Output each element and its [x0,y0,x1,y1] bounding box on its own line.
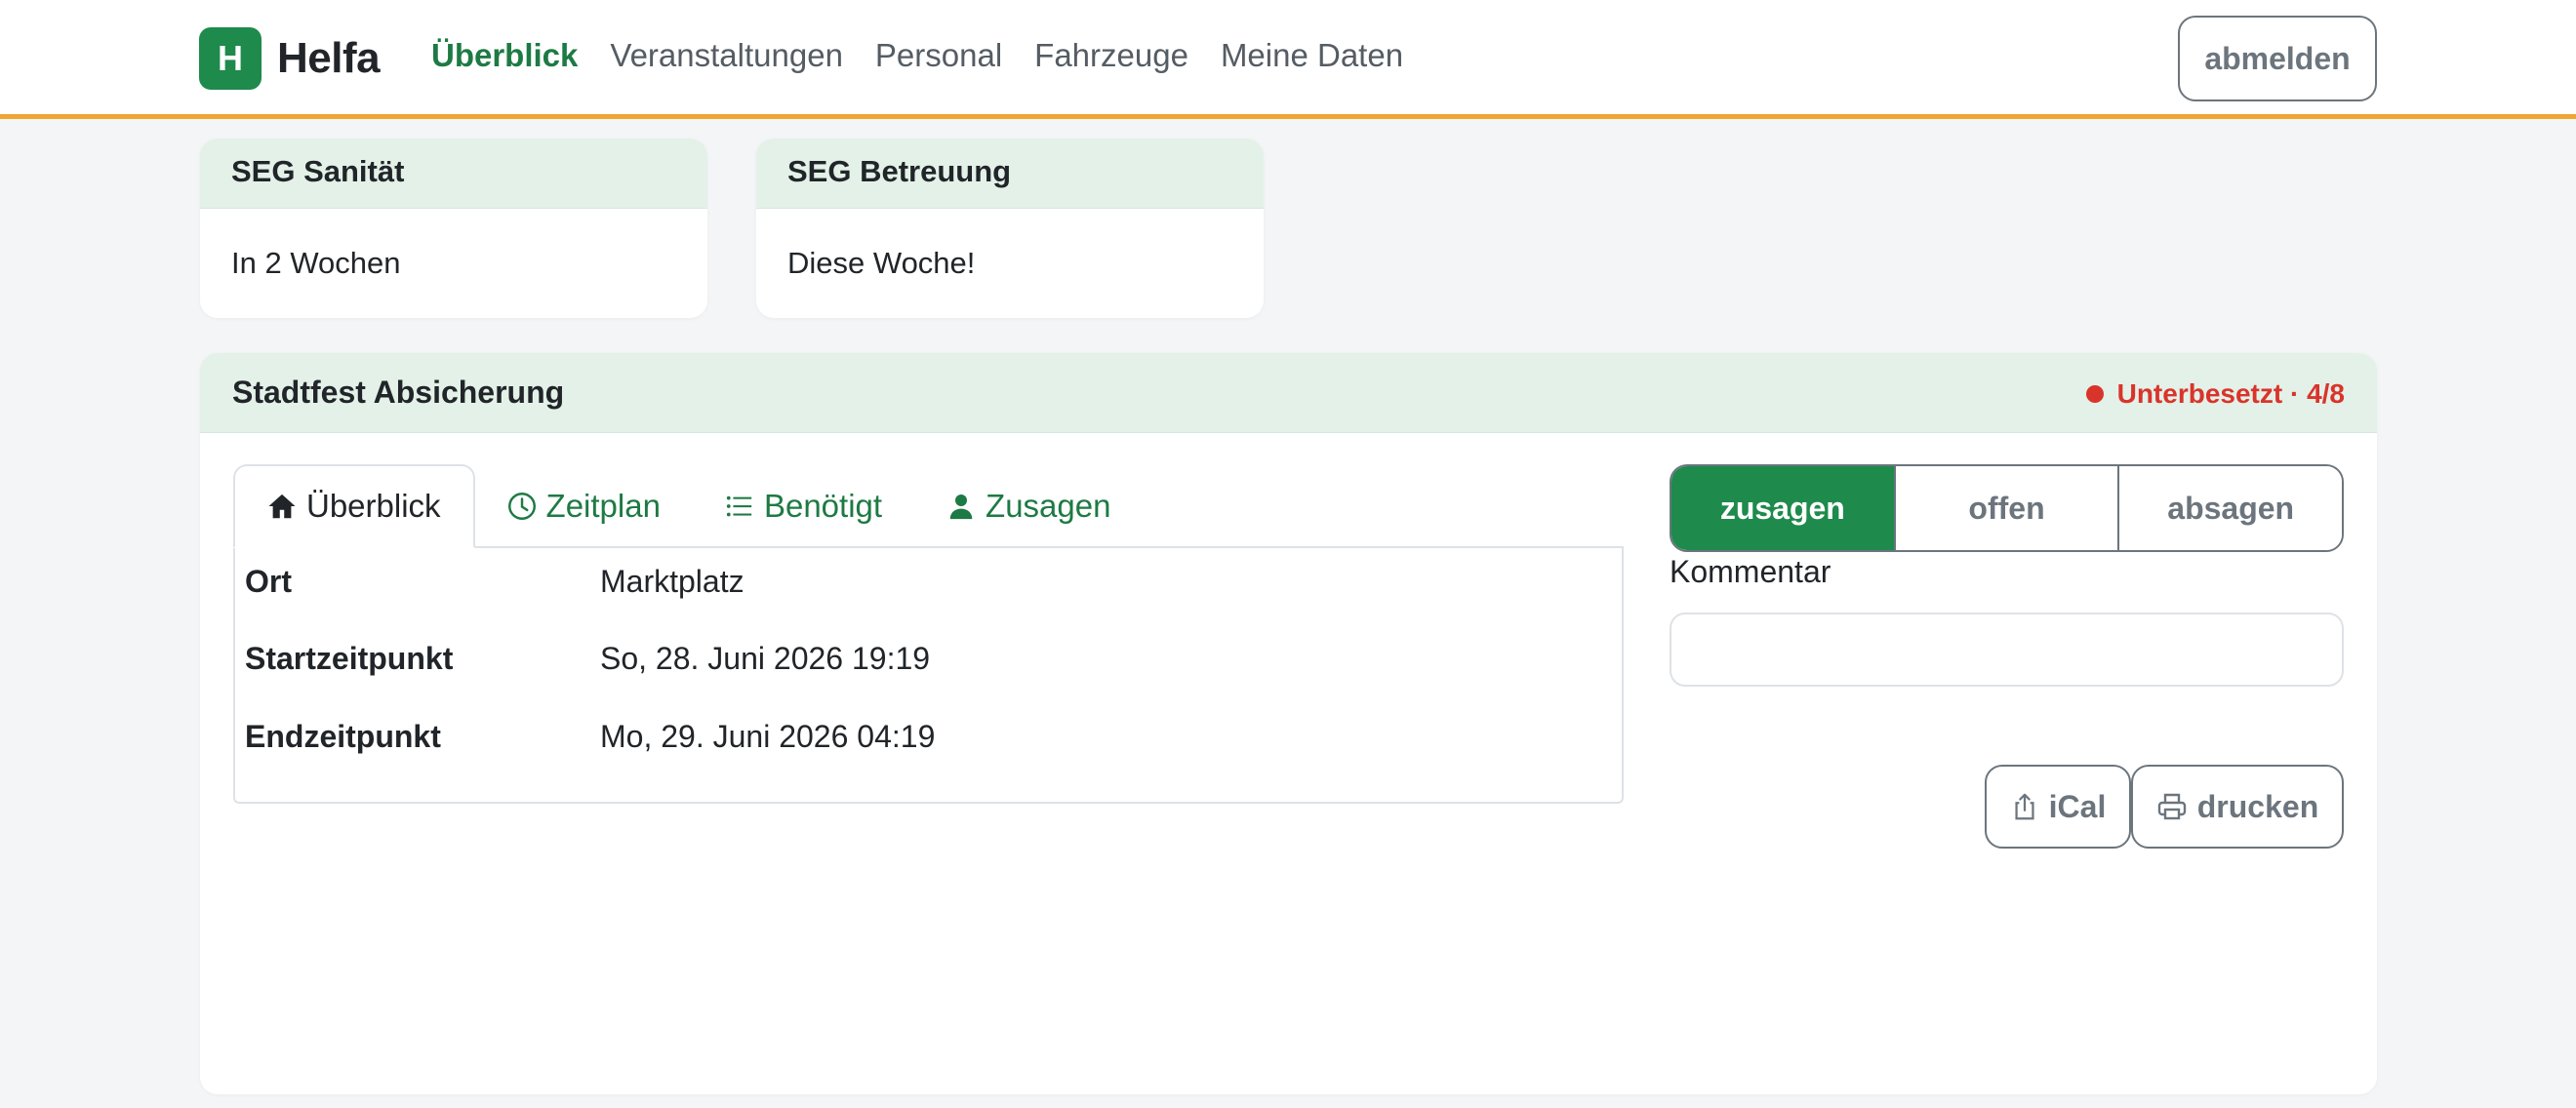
clock-icon [507,492,537,521]
nav-item-veranstaltungen[interactable]: Veranstaltungen [610,37,843,74]
nav-item-meine-daten[interactable]: Meine Daten [1221,37,1403,74]
tab-ueberblick[interactable]: Überblick [233,464,475,548]
event-card: Stadtfest Absicherung Unterbesetzt · 4/8… [200,353,2377,1094]
detail-row-ort: Ort Marktplatz [245,564,745,600]
rsvp-decline-button[interactable]: absagen [2117,466,2342,550]
overview-panel: Ort Marktplatz Startzeitpunkt So, 28. Ju… [233,546,1624,804]
tab-zusagen[interactable]: Zusagen [914,464,1143,548]
ical-export-button[interactable]: iCal [1985,765,2131,849]
tab-label: Zeitplan [545,488,661,524]
group-card-title: SEG Betreuung [756,138,1264,209]
nav-item-fahrzeuge[interactable]: Fahrzeuge [1034,37,1188,74]
brand-logo: H [199,27,262,90]
nav-item-personal[interactable]: Personal [875,37,1002,74]
tab-label: Zusagen [986,488,1111,524]
tab-benoetigt[interactable]: Benötigt [693,464,914,548]
detail-key: Endzeitpunkt [245,719,441,754]
rsvp-button-group: zusagen offen absagen [1670,464,2344,552]
status-badge: Unterbesetzt · 4/8 [2085,378,2345,410]
group-card-info: Diese Woche! [787,246,976,280]
group-card-title: SEG Sanität [200,138,707,209]
tab-zeitplan[interactable]: Zeitplan [475,464,693,548]
nav-item-ueberblick[interactable]: Überblick [431,37,578,74]
detail-key: Ort [245,564,292,599]
rsvp-open-button[interactable]: offen [1893,466,2118,550]
list-icon [725,492,754,521]
status-text: Unterbesetzt · 4/8 [2116,378,2345,409]
brand[interactable]: H Helfa [199,27,381,90]
tab-label: Überblick [306,488,441,524]
detail-value: Marktplatz [600,564,745,599]
group-card-seg-betreuung: SEG Betreuung Diese Woche! [756,138,1264,318]
comment-input[interactable] [1670,613,2344,687]
printer-icon [2156,791,2188,822]
detail-value: Mo, 29. Juni 2026 04:19 [600,719,936,754]
tab-label: Benötigt [763,488,883,524]
event-title: Stadtfest Absicherung [232,375,565,410]
top-navbar: H Helfa Überblick Veranstaltungen Person… [0,0,2576,119]
home-icon [267,492,297,521]
rsvp-accept-button[interactable]: zusagen [1671,466,1894,550]
group-card-seg-sanitaet: SEG Sanität In 2 Wochen [200,138,707,318]
comment-label: Kommentar [1670,554,1831,589]
event-card-header: Stadtfest Absicherung Unterbesetzt · 4/8 [200,353,2377,433]
brand-name: Helfa [277,34,381,82]
detail-value: So, 28. Juni 2026 19:19 [600,641,931,676]
ical-label: iCal [2048,788,2107,824]
detail-row-end: Endzeitpunkt Mo, 29. Juni 2026 04:19 [245,719,935,755]
group-card-info: In 2 Wochen [231,246,401,280]
person-icon [946,492,976,521]
event-tabs: Überblick Zeitplan Benötigt Zusagen [233,464,1143,548]
status-dot-icon [2085,385,2104,403]
detail-row-start: Startzeitpunkt So, 28. Juni 2026 19:19 [245,641,930,677]
detail-key: Startzeitpunkt [245,641,454,676]
logout-button[interactable]: abmelden [2178,16,2377,101]
share-icon [2010,792,2039,821]
print-label: drucken [2196,788,2319,824]
main-nav: Überblick Veranstaltungen Personal Fahrz… [431,37,1435,74]
print-button[interactable]: drucken [2131,765,2344,849]
